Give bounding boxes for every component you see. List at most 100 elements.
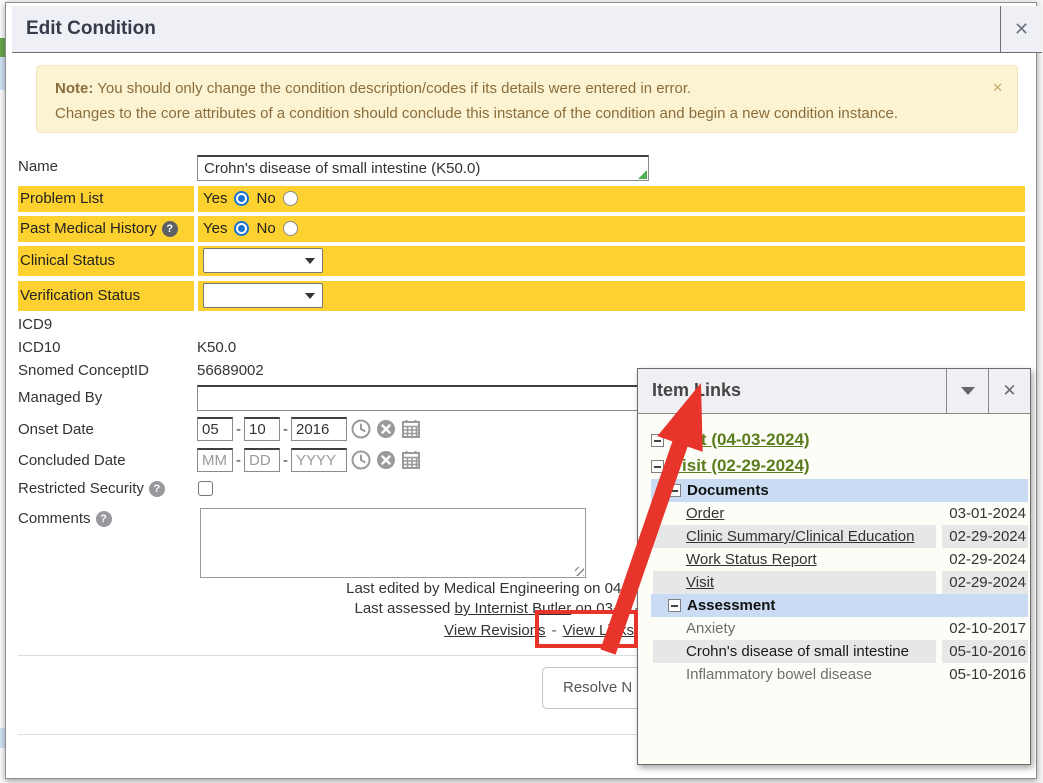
concluded-date-group: - - [197, 448, 422, 472]
linked-item-date: 02-29-2024 [942, 548, 1028, 571]
calendar-icon[interactable] [400, 449, 422, 471]
onset-date-label: Onset Date [18, 421, 94, 438]
onset-day-input[interactable] [244, 417, 280, 441]
linked-item-name[interactable]: Order [653, 502, 936, 525]
linked-item-date: 03-01-2024 [942, 502, 1028, 525]
managed-by-label: Managed By [18, 389, 102, 406]
snomed-label: Snomed ConceptID [18, 362, 149, 379]
name-label: Name [18, 158, 58, 175]
link-separator: - [552, 622, 557, 639]
linked-item-row: Visit 02-29-2024 [653, 571, 1028, 594]
linked-item-date: 02-29-2024 [942, 571, 1028, 594]
note-text-1: You should only change the condition des… [97, 80, 691, 97]
item-links-panel: Item Links ✕ Visit (04-03-2024) Visit (0… [637, 368, 1031, 765]
linked-item-row: Clinic Summary/Clinical Education 02-29-… [653, 525, 1028, 548]
visit-row: Visit (02-29-2024) [638, 453, 1030, 479]
linked-item-name[interactable]: Visit [653, 571, 936, 594]
linked-item-row: Crohn's disease of small intestine 05-10… [653, 640, 1028, 663]
note-text-2: Changes to the core attributes of a cond… [55, 105, 898, 122]
last-assessed-link[interactable]: by Internist Butler [455, 600, 572, 617]
linked-item-name[interactable]: Work Status Report [653, 548, 936, 571]
collapse-minus-icon[interactable] [668, 599, 681, 612]
item-links-tree: Visit (04-03-2024) Visit (02-29-2024) Do… [638, 427, 1030, 686]
name-field-wrap [197, 155, 649, 181]
chevron-down-icon [961, 387, 975, 395]
view-revisions-link[interactable]: View Revisions [444, 622, 545, 639]
dialog-close-icon[interactable]: ✕ [1000, 6, 1042, 52]
concluded-date-label: Concluded Date [18, 452, 126, 469]
pmh-no-radio[interactable] [283, 221, 298, 236]
concluded-year-input[interactable] [291, 448, 347, 472]
clinical-status-select[interactable] [203, 248, 323, 273]
yes-label: Yes [203, 190, 227, 207]
last-assessed-prefix: Last assessed [354, 600, 454, 617]
note-label: Note: [55, 80, 93, 97]
dialog-title: Edit Condition [26, 18, 156, 40]
no-label: No [256, 190, 275, 207]
linked-item-name: Inflammatory bowel disease [653, 663, 936, 686]
clear-date-icon[interactable] [375, 449, 397, 471]
concluded-day-input[interactable] [244, 448, 280, 472]
past-medical-history-row: Past Medical History ? Yes No [18, 216, 1025, 242]
help-icon[interactable]: ? [96, 511, 112, 527]
time-icon[interactable] [350, 449, 372, 471]
linked-item-row: Work Status Report 02-29-2024 [653, 548, 1028, 571]
chevron-down-icon [305, 258, 315, 264]
item-links-title: Item Links [652, 380, 741, 401]
comments-label: Comments [18, 510, 91, 527]
verification-status-label: Verification Status [20, 287, 140, 304]
pmh-yes-radio[interactable] [234, 221, 249, 236]
clinical-status-label: Clinical Status [20, 252, 115, 269]
calendar-icon[interactable] [400, 418, 422, 440]
visit-row: Visit (04-03-2024) [638, 427, 1030, 453]
problem-list-no-radio[interactable] [283, 191, 298, 206]
note-close-icon[interactable]: ✕ [992, 80, 1003, 96]
snomed-value: 56689002 [197, 362, 264, 379]
onset-month-input[interactable] [197, 417, 233, 441]
concluded-month-input[interactable] [197, 448, 233, 472]
last-edited-text: Last edited by Medical Engineering on 04… [240, 580, 648, 597]
visit-link[interactable]: Visit (02-29-2024) [671, 456, 810, 476]
help-icon[interactable]: ? [162, 221, 178, 237]
tree-section: Documents Order 03-01-2024 Clinic Summar… [638, 479, 1030, 594]
visit-link[interactable]: Visit (04-03-2024) [671, 430, 810, 450]
time-icon[interactable] [350, 418, 372, 440]
screen: Edit Condition ✕ Note: You should only c… [0, 0, 1043, 783]
linked-item-date: 05-10-2016 [942, 663, 1028, 686]
linked-item-name: Crohn's disease of small intestine [653, 640, 936, 663]
linked-item-row: Inflammatory bowel disease 05-10-2016 [653, 663, 1028, 686]
linked-item-date: 02-29-2024 [942, 525, 1028, 548]
name-input[interactable] [197, 155, 649, 181]
linked-item-date: 05-10-2016 [942, 640, 1028, 663]
collapse-minus-icon[interactable] [668, 484, 681, 497]
comments-field-wrap [200, 508, 586, 578]
no-label: No [256, 220, 275, 237]
panel-close-icon[interactable]: ✕ [988, 369, 1030, 413]
linked-item-row: Anxiety 02-10-2017 [653, 617, 1028, 640]
problem-list-label: Problem List [20, 190, 103, 207]
onset-date-group: - - [197, 417, 422, 441]
linked-item-name[interactable]: Clinic Summary/Clinical Education [653, 525, 936, 548]
section-label: Assessment [687, 597, 775, 614]
comments-textarea[interactable] [200, 508, 586, 578]
panel-menu-button[interactable] [946, 369, 988, 413]
linked-item-date: 02-10-2017 [942, 617, 1028, 640]
yes-label: Yes [203, 220, 227, 237]
section-label: Documents [687, 482, 769, 499]
collapse-minus-icon[interactable] [651, 434, 664, 447]
problem-list-row: Problem List Yes No [18, 186, 1025, 212]
restricted-security-checkbox[interactable] [198, 481, 213, 496]
clinical-status-row: Clinical Status [18, 246, 1025, 276]
resize-grip-icon[interactable] [575, 567, 584, 576]
resize-grip-icon[interactable] [638, 170, 647, 179]
verification-status-select[interactable] [203, 283, 323, 308]
dialog-header: Edit Condition ✕ [12, 6, 1042, 53]
collapse-minus-icon[interactable] [651, 460, 664, 473]
help-icon[interactable]: ? [149, 481, 165, 497]
onset-year-input[interactable] [291, 417, 347, 441]
chevron-down-icon [305, 293, 315, 299]
problem-list-yes-radio[interactable] [234, 191, 249, 206]
clear-date-icon[interactable] [375, 418, 397, 440]
warning-note-banner: Note: You should only change the conditi… [36, 65, 1018, 133]
view-links-link[interactable]: View Links [563, 622, 634, 639]
